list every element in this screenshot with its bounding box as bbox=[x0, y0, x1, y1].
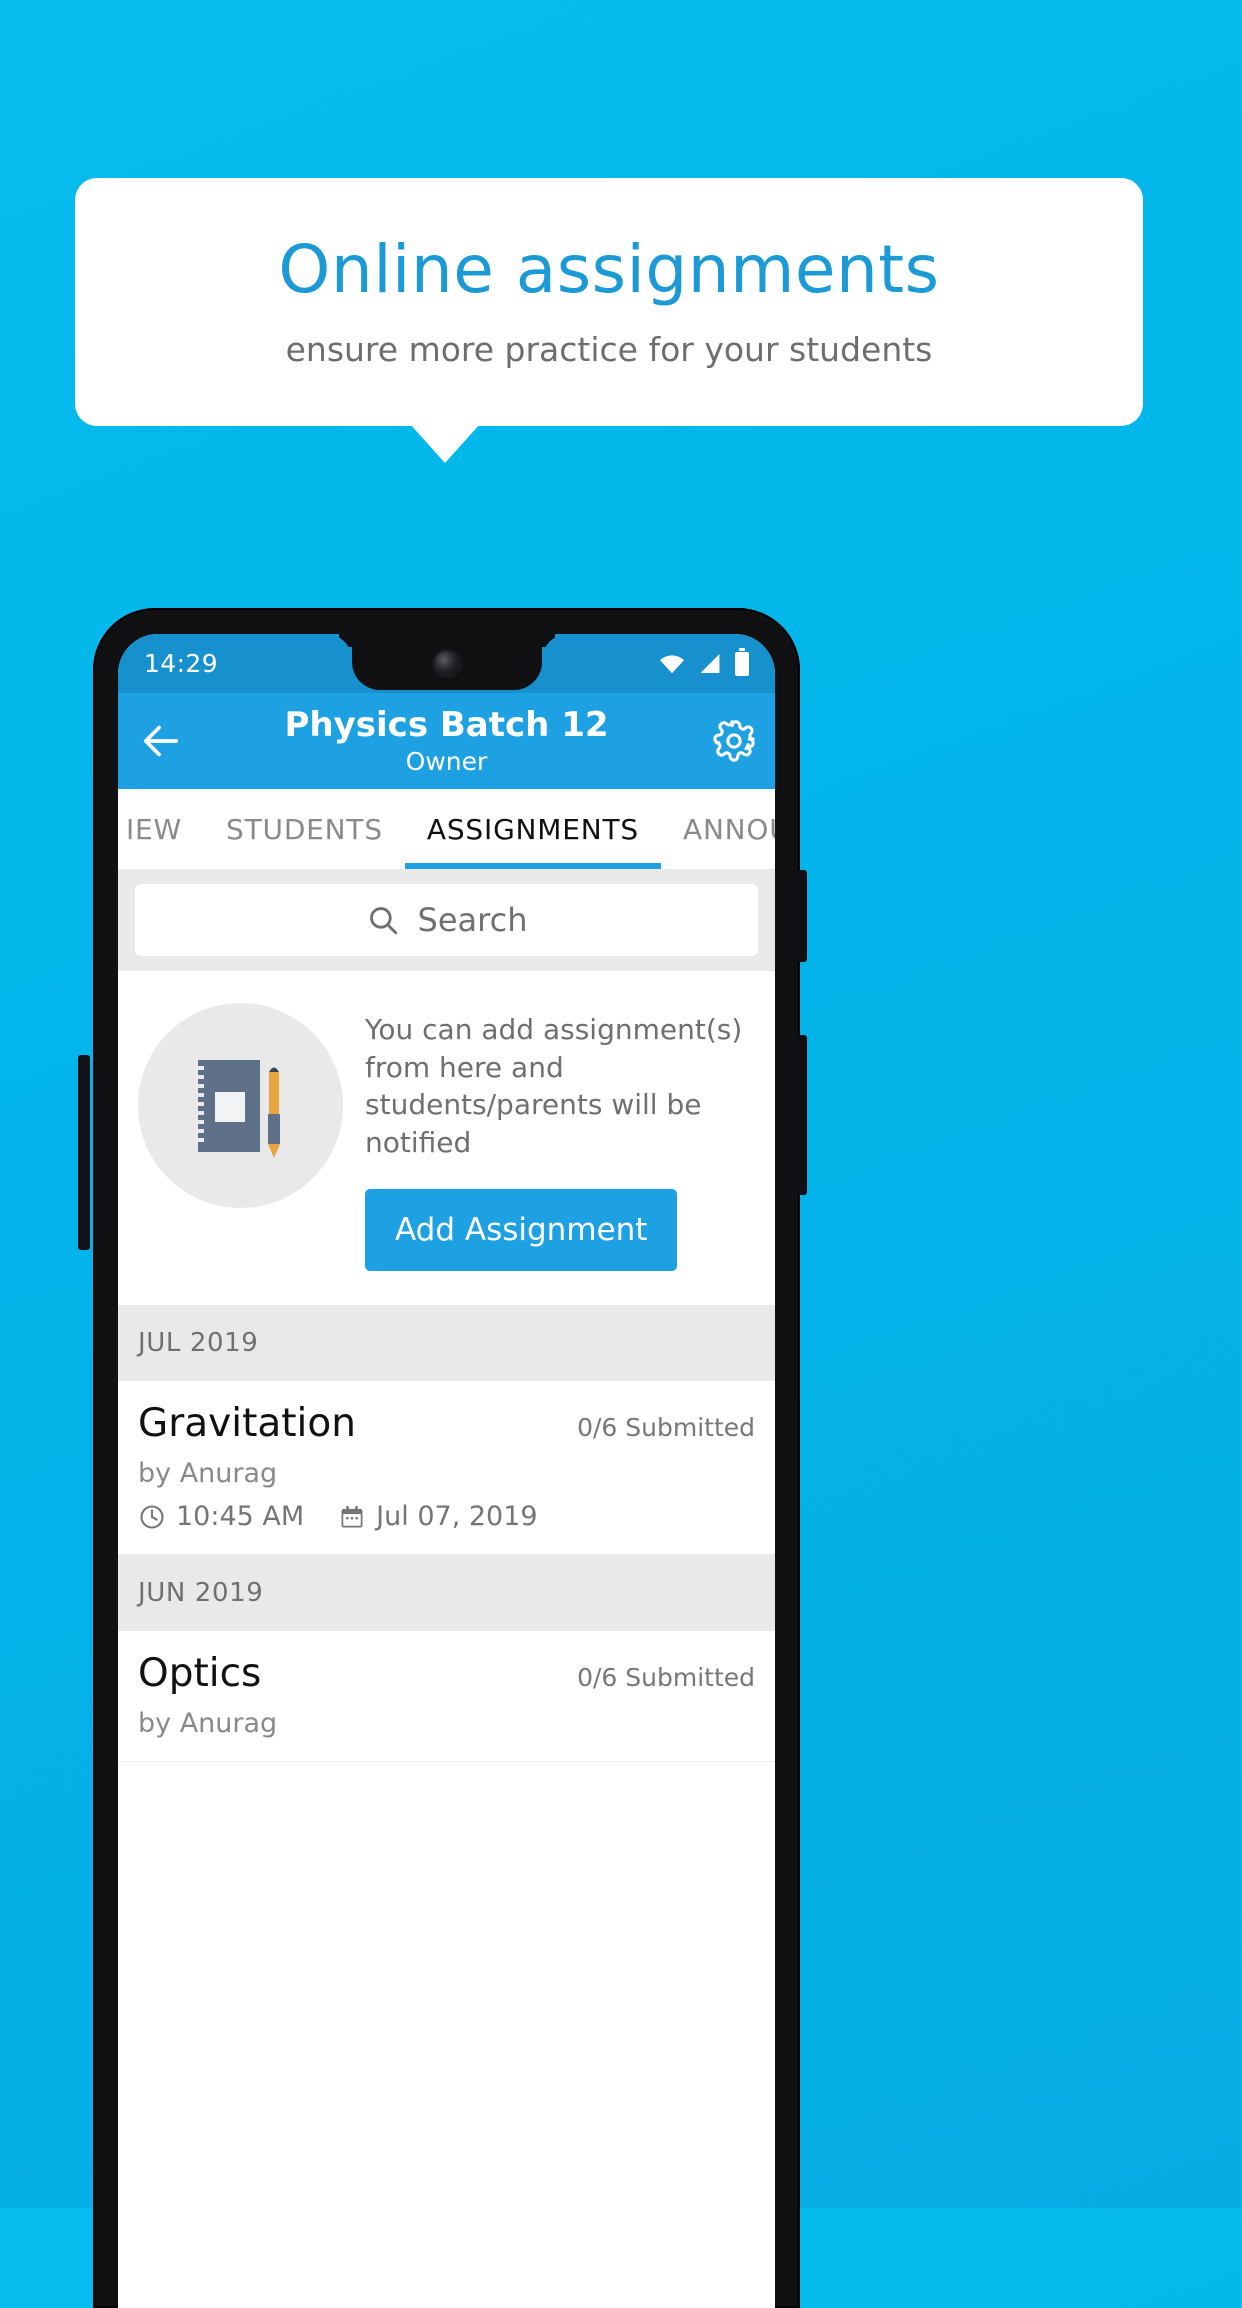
tab-bar[interactable]: IEW STUDENTS ASSIGNMENTS ANNOUNCEM bbox=[118, 789, 775, 869]
assignment-author: by Anurag bbox=[138, 1458, 278, 1490]
empty-state-content: You can add assignment(s) from here and … bbox=[365, 999, 755, 1272]
search-icon bbox=[369, 907, 397, 935]
assignment-time: 10:45 AM bbox=[176, 1501, 305, 1533]
promo-subline: ensure more practice for your students bbox=[285, 330, 933, 370]
assignment-header: Gravitation 0/6 Submitted bbox=[138, 1401, 755, 1446]
search-placeholder: Search bbox=[417, 901, 528, 939]
gear-icon[interactable] bbox=[711, 718, 757, 764]
signal-icon bbox=[700, 654, 720, 673]
status-badge: 0/6 Submitted bbox=[577, 1663, 755, 1693]
tab-overview[interactable]: IEW bbox=[118, 789, 204, 869]
table-row[interactable]: Optics 0/6 Submitted by Anurag bbox=[118, 1631, 775, 1763]
calendar-icon bbox=[341, 1505, 363, 1528]
clock-icon bbox=[140, 1505, 164, 1529]
page-title: Physics Batch 12 bbox=[284, 705, 609, 746]
tab-assignments[interactable]: ASSIGNMENTS bbox=[404, 789, 662, 869]
status-badge: 0/6 Submitted bbox=[577, 1413, 755, 1443]
status-clock: 14:29 bbox=[144, 649, 219, 678]
promo-bubble: Online assignments ensure more practice … bbox=[75, 178, 1143, 426]
phone-mockup: 14:29 Physics Batch 12 Owner IEW STUDENT… bbox=[93, 608, 800, 2308]
app-bar: Physics Batch 12 Owner bbox=[118, 693, 775, 789]
promo-bubble-tail bbox=[410, 424, 480, 463]
assignment-header: Optics 0/6 Submitted bbox=[138, 1651, 755, 1696]
assignment-title: Gravitation bbox=[138, 1401, 356, 1447]
page-subtitle: Owner bbox=[405, 746, 488, 776]
assignment-author: by Anurag bbox=[138, 1708, 278, 1740]
phone-notch bbox=[351, 634, 542, 690]
battery-icon bbox=[735, 647, 749, 676]
assignment-meta: 10:45 AM Jul 07, 2019 bbox=[138, 1501, 755, 1532]
phone-power-button[interactable] bbox=[795, 1035, 807, 1195]
assignment-title: Optics bbox=[138, 1651, 262, 1697]
status-icons bbox=[659, 647, 749, 676]
month-header-jul: JUL 2019 bbox=[118, 1305, 775, 1382]
add-assignment-button[interactable]: Add Assignment bbox=[365, 1189, 678, 1272]
phone-screen: 14:29 Physics Batch 12 Owner IEW STUDENT… bbox=[118, 634, 775, 2308]
table-row[interactable]: Gravitation 0/6 Submitted by Anurag 10:4… bbox=[118, 1381, 775, 1556]
app-bar-titles: Physics Batch 12 Owner bbox=[118, 706, 775, 775]
back-arrow-icon[interactable] bbox=[138, 718, 184, 764]
empty-state-message: You can add assignment(s) from here and … bbox=[365, 1013, 743, 1159]
wifi-icon bbox=[660, 654, 684, 673]
assignment-date: Jul 07, 2019 bbox=[376, 1501, 538, 1533]
search-input[interactable]: Search bbox=[135, 884, 758, 956]
month-header-jun: JUN 2019 bbox=[118, 1555, 775, 1632]
tab-students[interactable]: STUDENTS bbox=[204, 789, 405, 869]
tab-announcements[interactable]: ANNOUNCEM bbox=[661, 789, 775, 869]
notebook-pen-icon bbox=[138, 1003, 343, 1208]
promo-headline: Online assignments bbox=[278, 230, 940, 308]
search-bar-container: Search bbox=[118, 869, 775, 971]
front-camera bbox=[434, 651, 459, 676]
phone-left-button[interactable] bbox=[78, 1055, 90, 1250]
phone-volume-button[interactable] bbox=[795, 870, 807, 962]
empty-state-card: You can add assignment(s) from here and … bbox=[118, 971, 775, 1306]
